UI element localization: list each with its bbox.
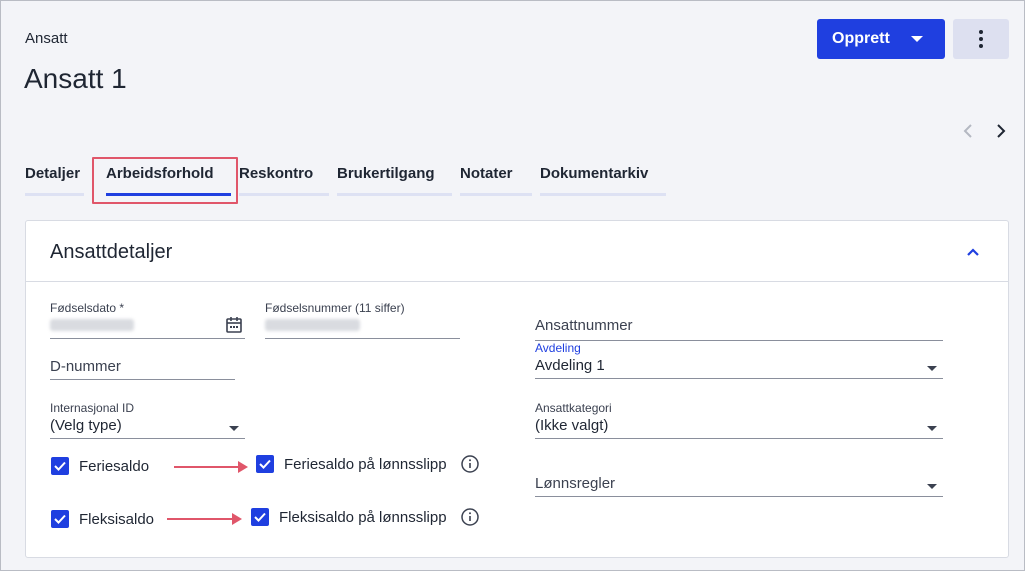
chevron-left-icon[interactable] <box>959 122 977 140</box>
kebab-menu-icon <box>979 30 983 48</box>
salary-rules-select[interactable]: Lønnsregler <box>535 475 943 497</box>
ssn-field[interactable]: Fødselsnummer (11 siffer) <box>265 301 460 339</box>
vacation-balance-payslip-checkbox[interactable]: Feriesaldo på lønnsslipp <box>256 455 479 473</box>
birthdate-value-redacted <box>50 319 134 331</box>
vacation-balance-checkbox[interactable]: Feriesaldo <box>51 457 149 475</box>
chevron-down-icon <box>911 36 923 42</box>
international-id-label: Internasjonal ID <box>50 401 135 415</box>
employee-number-placeholder: Ansattnummer <box>535 317 633 334</box>
employee-category-label: Ansattkategori <box>535 401 612 415</box>
d-number-placeholder: D-nummer <box>50 358 121 375</box>
flex-balance-label: Fleksisaldo <box>79 510 155 528</box>
page-title: Ansatt 1 <box>24 63 127 94</box>
ssn-label: Fødselsnummer (11 siffer) <box>265 301 405 315</box>
chevron-up-icon[interactable] <box>964 243 982 261</box>
flex-balance-payslip-checkbox[interactable]: Fleksisaldo på lønnsslipp <box>251 508 479 526</box>
breadcrumb[interactable]: Ansatt <box>25 30 68 47</box>
department-label: Avdeling <box>535 341 581 355</box>
chevron-right-icon[interactable] <box>992 122 1010 140</box>
salary-rules-placeholder: Lønnsregler <box>535 475 616 492</box>
department-select[interactable]: Avdeling Avdeling 1 <box>535 341 943 379</box>
d-number-field[interactable]: D-nummer <box>50 358 235 380</box>
checkbox-checked-icon <box>256 455 274 473</box>
checkbox-checked-icon <box>51 510 69 528</box>
tab-detaljer[interactable]: Detaljer <box>25 165 84 196</box>
card-header: Ansattdetaljer <box>26 221 1008 282</box>
tab-brukertilgang[interactable]: Brukertilgang <box>337 165 452 196</box>
info-icon[interactable] <box>460 508 479 526</box>
card-title: Ansattdetaljer <box>50 241 173 263</box>
calendar-icon[interactable] <box>225 316 243 334</box>
annotation-arrow <box>167 513 242 525</box>
employee-category-select[interactable]: Ansattkategori (Ikke valgt) <box>535 401 943 439</box>
international-id-value: (Velg type) <box>50 417 122 434</box>
international-id-select[interactable]: Internasjonal ID (Velg type) <box>50 401 245 439</box>
create-button-label: Opprett <box>832 30 890 47</box>
department-value: Avdeling 1 <box>535 357 605 374</box>
tab-arbeidsforhold[interactable]: Arbeidsforhold <box>106 165 231 196</box>
tab-notater[interactable]: Notater <box>460 165 532 196</box>
tab-dokumentarkiv[interactable]: Dokumentarkiv <box>540 165 666 196</box>
vacation-balance-payslip-label: Feriesaldo på lønnsslipp <box>284 455 447 473</box>
more-options-button[interactable] <box>953 19 1009 59</box>
create-button[interactable]: Opprett <box>817 19 945 59</box>
birthdate-field[interactable]: Fødselsdato * <box>50 301 245 339</box>
tab-reskontro[interactable]: Reskontro <box>239 165 329 196</box>
ssn-value-redacted <box>265 319 360 331</box>
flex-balance-payslip-label: Fleksisaldo på lønnsslipp <box>279 508 447 526</box>
dropdown-caret-icon <box>229 426 239 431</box>
employee-details-card: Ansattdetaljer Fødselsdato * Fødselsnumm… <box>25 220 1009 558</box>
annotation-arrow <box>174 461 248 473</box>
dropdown-caret-icon <box>927 426 937 431</box>
birthdate-label: Fødselsdato * <box>50 301 125 315</box>
info-icon[interactable] <box>460 455 479 473</box>
employee-number-field[interactable]: Ansattnummer <box>535 317 943 341</box>
dropdown-caret-icon <box>927 484 937 489</box>
checkbox-checked-icon <box>251 508 269 526</box>
checkbox-checked-icon <box>51 457 69 475</box>
dropdown-caret-icon <box>927 366 937 371</box>
vacation-balance-label: Feriesaldo <box>79 457 150 475</box>
employee-category-value: (Ikke valgt) <box>535 417 609 434</box>
flex-balance-checkbox[interactable]: Fleksisaldo <box>51 510 154 528</box>
